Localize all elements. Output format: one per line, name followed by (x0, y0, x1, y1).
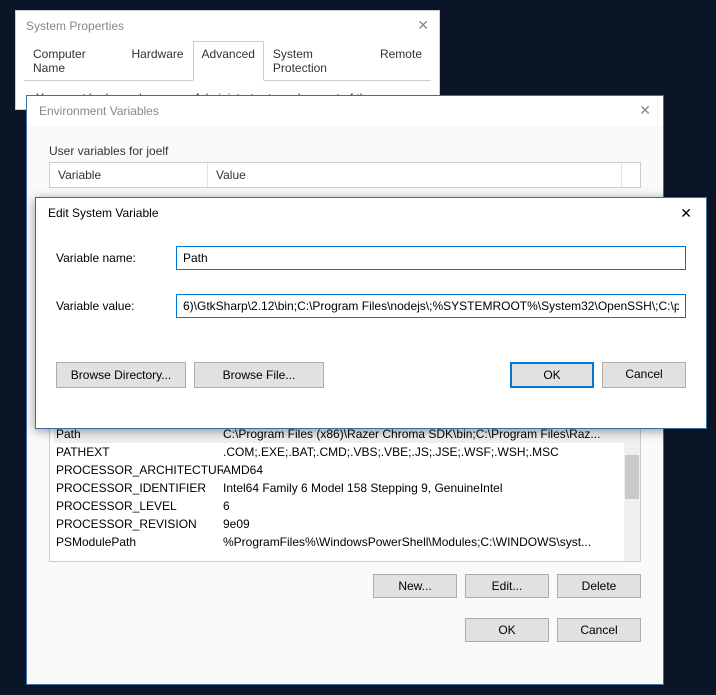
scrollbar-thumb[interactable] (625, 455, 639, 499)
cancel-button[interactable]: Cancel (557, 618, 641, 642)
ok-button[interactable]: OK (465, 618, 549, 642)
table-row[interactable]: PROCESSOR_LEVEL 6 (54, 497, 636, 515)
table-row[interactable]: PATHEXT .COM;.EXE;.BAT;.CMD;.VBS;.VBE;.J… (54, 443, 636, 461)
column-variable[interactable]: Variable (50, 163, 208, 187)
system-properties-title: System Properties (26, 19, 124, 33)
edit-dialog-titlebar[interactable]: Edit System Variable ✕ (36, 198, 706, 228)
variable-name-label: Variable name: (56, 251, 176, 265)
row-variable: PROCESSOR_IDENTIFIER (56, 481, 223, 495)
row-value: Intel64 Family 6 Model 158 Stepping 9, G… (223, 481, 634, 495)
new-button[interactable]: New... (373, 574, 457, 598)
edit-button[interactable]: Edit... (465, 574, 549, 598)
table-row[interactable]: PROCESSOR_ARCHITECTURE AMD64 (54, 461, 636, 479)
scrollbar[interactable] (624, 425, 640, 561)
row-variable: PROCESSOR_LEVEL (56, 499, 223, 513)
tab-remote[interactable]: Remote (371, 41, 431, 80)
environment-variables-title: Environment Variables (39, 104, 159, 118)
row-value: .COM;.EXE;.BAT;.CMD;.VBS;.VBE;.JS;.JSE;.… (223, 445, 634, 459)
system-properties-titlebar[interactable]: System Properties ✕ (16, 11, 439, 41)
close-icon[interactable]: ✕ (417, 17, 429, 34)
row-variable: Path (56, 427, 223, 441)
dialog-button-row: OK Cancel (49, 618, 641, 642)
system-variables-list[interactable]: Path C:\Program Files (x86)\Razer Chroma… (49, 424, 641, 562)
row-variable: PROCESSOR_ARCHITECTURE (56, 463, 223, 477)
row-variable: PROCESSOR_REVISION (56, 517, 223, 531)
column-value[interactable]: Value (208, 163, 622, 187)
variable-name-input[interactable] (176, 246, 686, 270)
table-row[interactable]: PROCESSOR_IDENTIFIER Intel64 Family 6 Mo… (54, 479, 636, 497)
browse-directory-button[interactable]: Browse Directory... (56, 362, 186, 388)
row-value: 6 (223, 499, 634, 513)
variable-value-input[interactable] (176, 294, 686, 318)
user-variables-label: User variables for joelf (49, 144, 641, 158)
table-row[interactable]: PROCESSOR_REVISION 9e09 (54, 515, 636, 533)
user-variables-header: Variable Value (49, 162, 641, 188)
row-value: %ProgramFiles%\WindowsPowerShell\Modules… (223, 535, 634, 549)
row-value: C:\Program Files (x86)\Razer Chroma SDK\… (223, 427, 634, 441)
close-icon[interactable]: ✕ (680, 205, 692, 222)
variable-value-row: Variable value: (56, 294, 686, 318)
cancel-button[interactable]: Cancel (602, 362, 686, 388)
environment-variables-titlebar[interactable]: Environment Variables ✕ (27, 96, 663, 126)
system-vars-button-row: New... Edit... Delete (49, 574, 641, 598)
row-value: 9e09 (223, 517, 634, 531)
tab-hardware[interactable]: Hardware (123, 41, 193, 80)
tab-system-protection[interactable]: System Protection (264, 41, 371, 80)
column-spacer (622, 163, 640, 187)
edit-system-variable-dialog: Edit System Variable ✕ Variable name: Va… (35, 197, 707, 429)
table-row[interactable]: PSModulePath %ProgramFiles%\WindowsPower… (54, 533, 636, 551)
tab-advanced[interactable]: Advanced (193, 41, 264, 81)
delete-button[interactable]: Delete (557, 574, 641, 598)
browse-file-button[interactable]: Browse File... (194, 362, 324, 388)
variable-value-label: Variable value: (56, 299, 176, 313)
row-variable: PSModulePath (56, 535, 223, 549)
system-properties-tabs: Computer Name Hardware Advanced System P… (24, 41, 431, 81)
row-value: AMD64 (223, 463, 634, 477)
variable-name-row: Variable name: (56, 246, 686, 270)
row-variable: PATHEXT (56, 445, 223, 459)
close-icon[interactable]: ✕ (639, 102, 651, 119)
edit-dialog-title: Edit System Variable (48, 206, 159, 220)
tab-computer-name[interactable]: Computer Name (24, 41, 123, 80)
ok-button[interactable]: OK (510, 362, 594, 388)
